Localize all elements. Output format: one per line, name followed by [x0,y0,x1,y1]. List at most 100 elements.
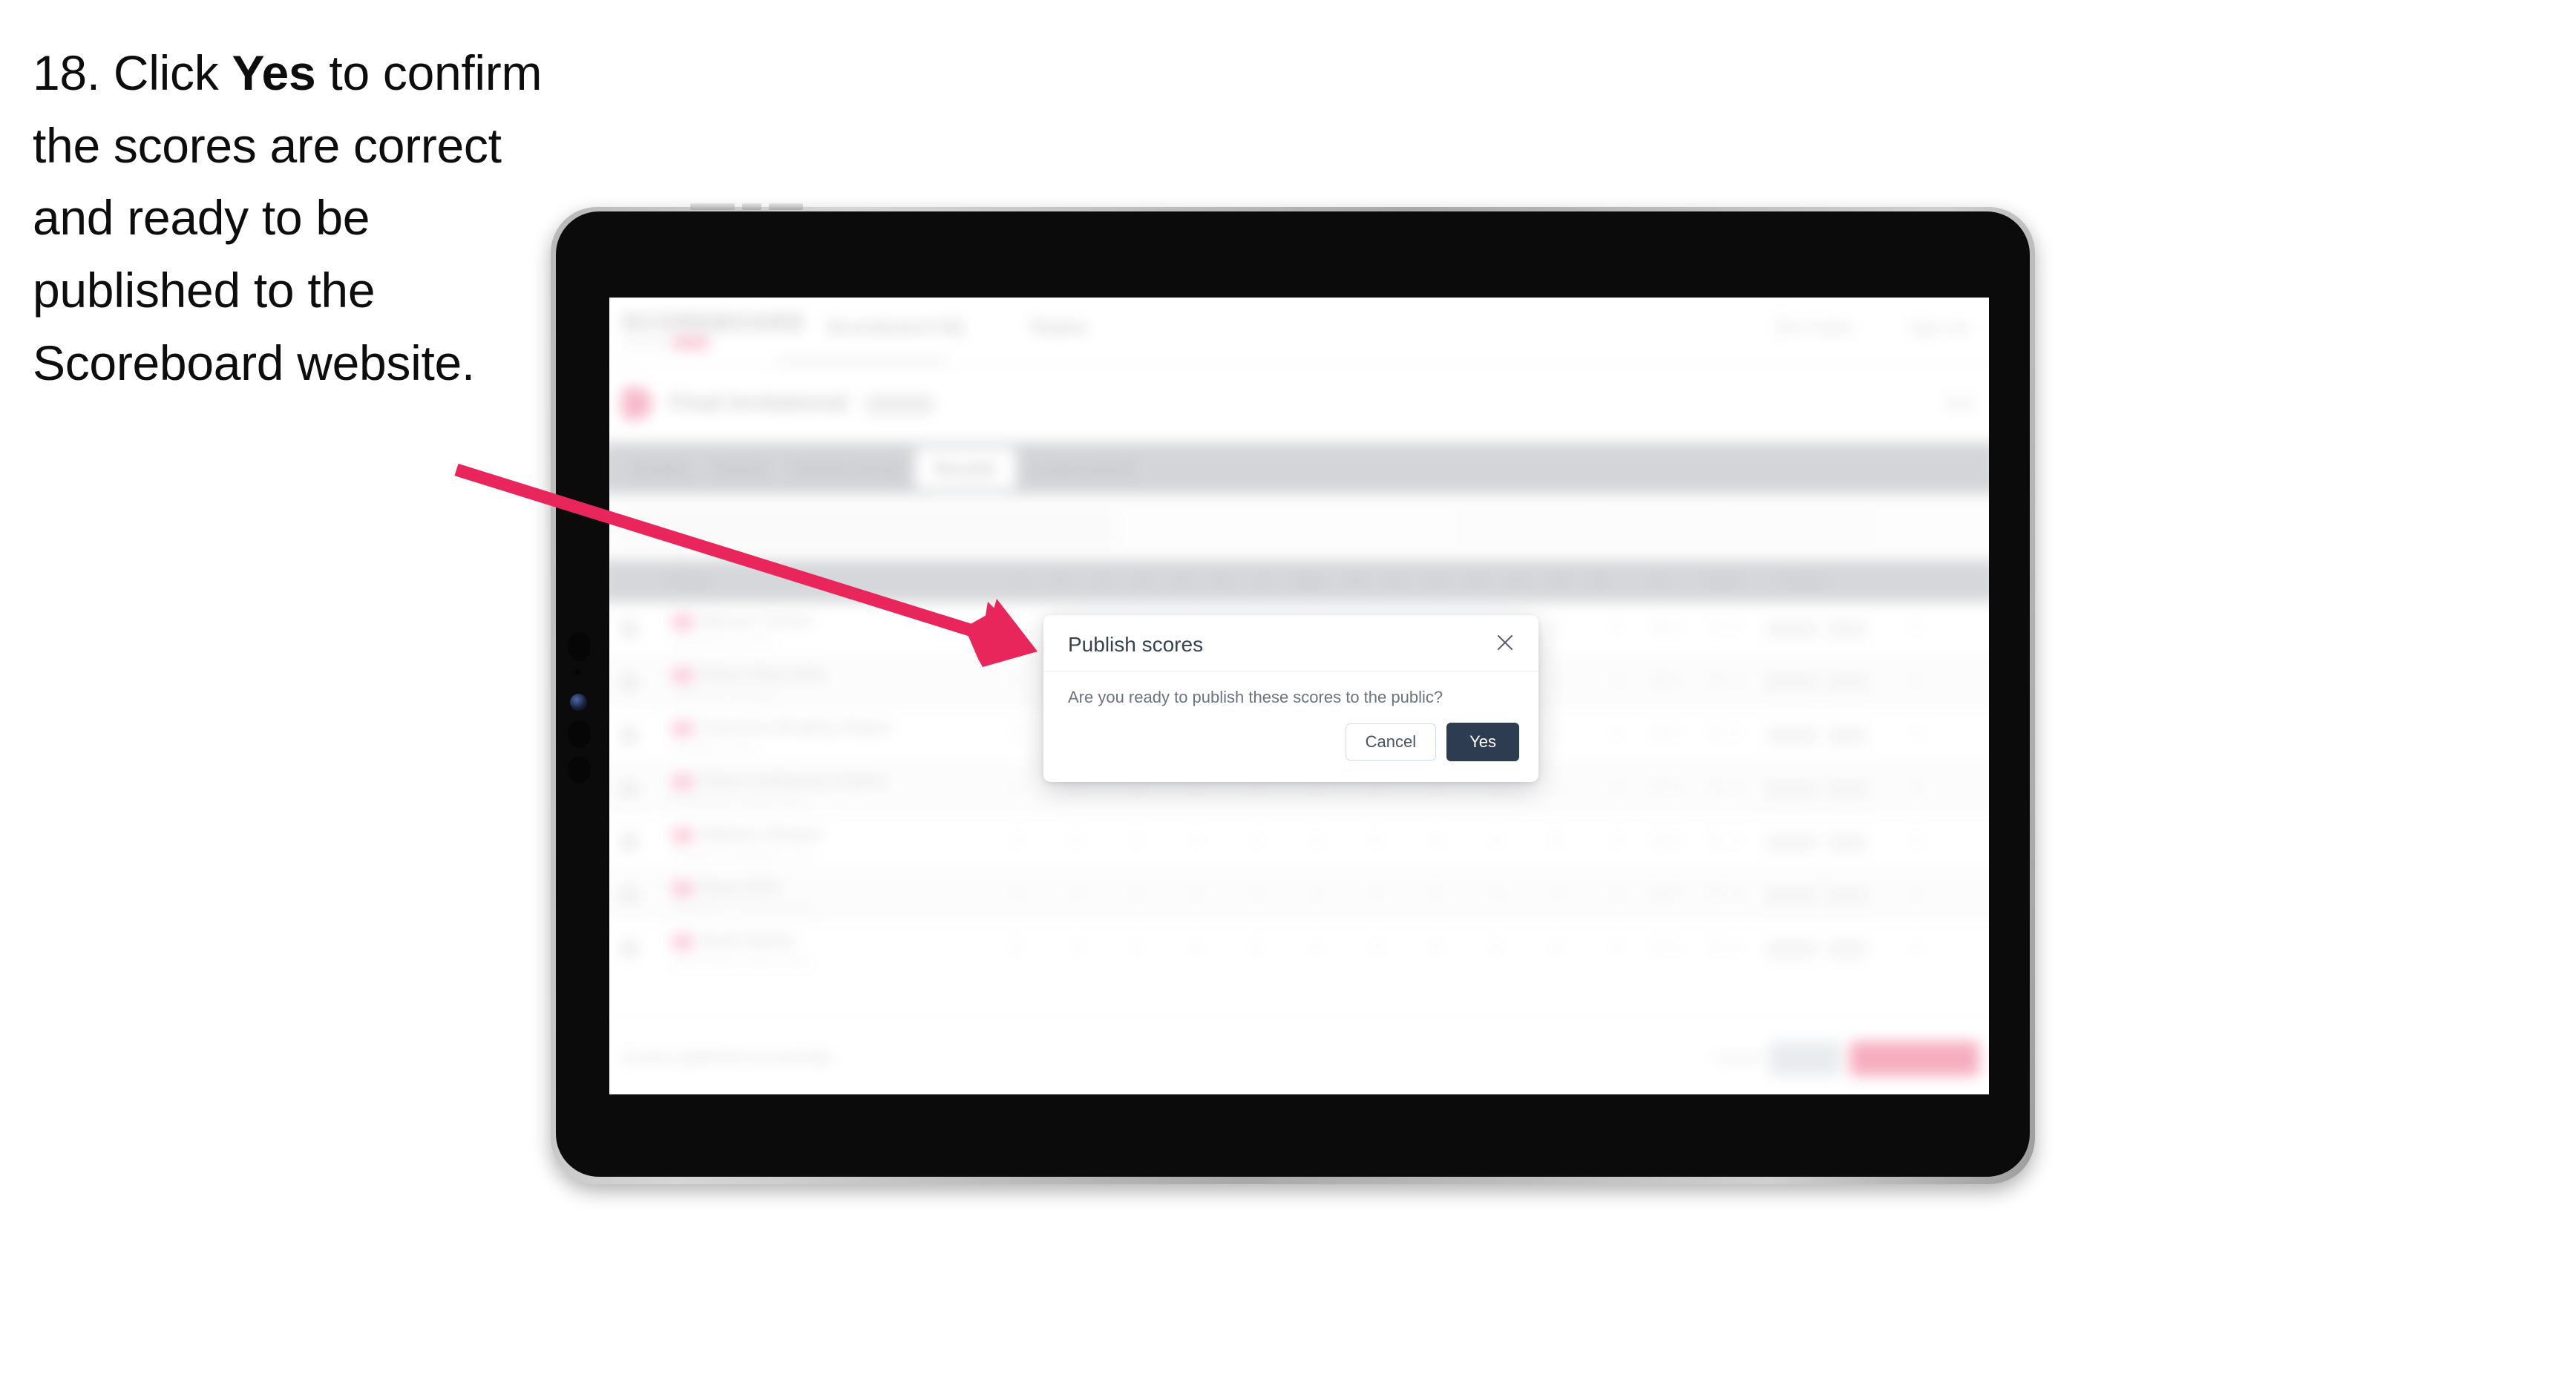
tab-results[interactable]: Results [915,448,1017,489]
th-12: 12 [1428,574,1445,591]
th-3: 3 [1096,574,1106,591]
topnav-active-underline [775,358,948,364]
row-total: 73 [1706,887,1723,903]
caption-emphasis: Yes [232,45,316,100]
app-topbar: SCOREBOARD POWERED BY Scoreboard HQ Team… [609,298,1989,365]
footer-publish-button[interactable] [1849,1041,1979,1077]
topbar-user[interactable]: Tim Carter [1777,318,1855,338]
tab-leaderboard[interactable]: Leaderboard [1017,459,1145,479]
row-player-name: William Stewart [701,824,823,844]
th-10: 10 [1346,574,1364,591]
row-out: 35 [1651,726,1668,743]
tab-course-setup[interactable]: Course Setup [779,459,915,479]
row-total: 75 [1706,780,1723,796]
row-checkbox[interactable] [620,673,638,691]
event-chip [865,395,934,415]
tablet-camera-lens [570,694,587,711]
row-tag-points [1826,673,1868,692]
row-tag-format [1765,939,1818,959]
row-out: 37 [1651,939,1668,956]
footer-status-note: Scores published successfully [622,1048,833,1066]
row-player-team: Oakmont Heritage [672,686,776,702]
row-flag-icon [672,721,694,736]
th-16: 16 [1590,574,1607,591]
row-player-name: Noah Bailey [701,930,796,950]
tab-details[interactable]: Details [620,459,701,479]
row-player-team: Westfield Links [672,740,758,755]
row-out: 38 [1651,673,1668,689]
th-11: 11 [1387,574,1403,591]
table-row[interactable]: Noah Bailey Silverbrook Greens Club 5 3 … [609,922,1989,976]
instruction-caption: 18. Click Yes to confirm the scores are … [33,37,574,399]
subheader-sort[interactable]: Sort [1944,393,1975,413]
th-1: 1 [1016,574,1025,591]
row-total: 72 [1706,726,1723,743]
th-5: 5 [1178,574,1187,591]
row-player-team: Northgate Championship [672,900,814,915]
app-logo-badge [672,336,709,349]
row-tag-format [1765,673,1818,692]
app-logo: SCOREBOARD [622,309,806,336]
row-player-team: Silverbrook Greens Club [672,953,812,968]
row-player-name: Cameron Bradley-Hayes [701,717,892,737]
row-tag-format [1765,887,1818,905]
tab-teams[interactable]: Teams [701,459,779,479]
tablet-sensor-dot [574,669,580,675]
topnav-item-1[interactable]: Teams [1029,317,1087,338]
row-flag-icon [672,881,694,896]
dialog-message: Are you ready to publish these scores to… [1068,688,1443,706]
row-tag-points [1826,780,1868,798]
results-table-header: Player 1 2 3 4 5 6 7 Out 10 11 12 13 14 … [609,559,1989,602]
footer-save-button[interactable] [1769,1041,1841,1077]
th-6: 6 [1218,574,1227,591]
table-row[interactable]: William Stewart Pinehurst Meadows Club 3… [609,815,1989,869]
th-total: Total [1703,574,1739,591]
tablet-speaker-2 [568,756,591,784]
row-checkbox[interactable] [620,620,638,638]
yes-button[interactable]: Yes [1446,723,1519,761]
th-out: Out [1295,574,1322,591]
event-title: Final Invitational [669,390,848,416]
dialog-title: Publish scores [1068,633,1204,656]
filter-format[interactable] [1730,510,1871,545]
row-checkbox[interactable] [620,939,638,958]
th-7: 7 [1259,574,1268,591]
row-player-name: Ethan Reynolds [701,664,826,683]
row-tag-points [1826,833,1868,852]
topbar-signout[interactable]: Sign out [1908,318,1969,338]
slide-canvas: 18. Click Yes to confirm the scores are … [0,0,2576,1386]
tablet-screen: SCOREBOARD POWERED BY Scoreboard HQ Team… [609,298,1989,1094]
row-checkbox[interactable] [620,780,638,798]
row-player-name: Ryan Ellis [701,877,780,897]
table-row[interactable]: Ryan Ellis Northgate Championship 4 4 5 … [609,868,1989,922]
row-out: 37 [1651,780,1668,796]
th-2: 2 [1056,574,1065,591]
filter-round[interactable] [1602,510,1717,545]
th-player: Player [666,574,712,591]
row-out: 36 [1651,620,1668,637]
app-subheader: Final Invitational Sort [609,364,1989,443]
row-player-name: Marcus Turner [701,611,815,630]
row-flag-icon [672,614,694,629]
row-total: 74 [1706,939,1723,956]
filter-division[interactable] [1463,510,1590,545]
row-checkbox[interactable] [620,887,638,904]
search-input[interactable] [620,512,1117,544]
row-tag-format [1765,620,1818,639]
row-checkbox[interactable] [620,833,638,851]
topnav-item-0[interactable]: Scoreboard HQ [826,317,964,338]
row-total: 74 [1706,620,1723,637]
row-checkbox[interactable] [620,726,638,744]
th-in: In [1652,574,1666,591]
tablet-top-button-3 [769,203,803,210]
row-flag-icon [672,828,694,843]
footer-cancel-link[interactable]: Cancel [1714,1051,1761,1068]
row-out: 36 [1651,887,1668,903]
cancel-button[interactable]: Cancel [1345,723,1437,761]
row-tag-points [1826,620,1868,639]
row-player-name: Oliver Hathaway-Clarke [701,771,886,790]
event-avatar [622,387,652,420]
th-15: 15 [1550,574,1567,591]
close-icon[interactable] [1490,628,1520,657]
publish-scores-dialog: Publish scores Are you ready to publish … [1043,615,1538,782]
